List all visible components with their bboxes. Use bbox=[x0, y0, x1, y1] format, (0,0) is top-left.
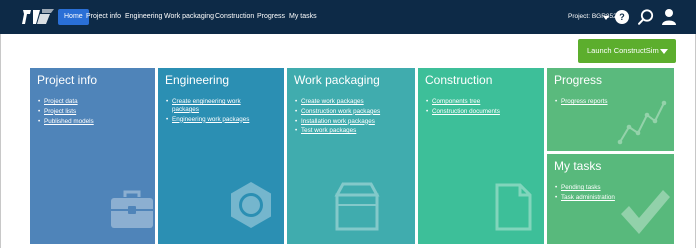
launch-button-label: Launch ConstructSim bbox=[587, 46, 659, 55]
link-create-engineering-work-packages[interactable]: Create engineering work packages bbox=[166, 98, 266, 114]
app-logo-icon[interactable] bbox=[20, 6, 56, 28]
document-icon bbox=[495, 183, 532, 231]
tile-project-info: Project info Project data Project lists … bbox=[30, 68, 155, 244]
tile-progress: Progress Progress reports bbox=[547, 68, 674, 151]
tile-title: Work packaging bbox=[294, 73, 380, 87]
tile-title: Progress bbox=[554, 73, 603, 87]
link-construction-work-packages[interactable]: Construction work packages bbox=[295, 108, 395, 116]
search-icon[interactable] bbox=[637, 8, 655, 26]
tile-title: My tasks bbox=[554, 159, 602, 173]
tile-title: Project info bbox=[37, 73, 98, 87]
chevron-down-icon[interactable] bbox=[660, 49, 668, 54]
nav-tab-my-tasks[interactable]: My tasks bbox=[283, 9, 323, 25]
box-icon bbox=[334, 182, 380, 231]
tile-engineering: Engineering Create engineering work pack… bbox=[158, 68, 284, 244]
link-published-models[interactable]: Published models bbox=[38, 118, 138, 126]
hex-nut-icon bbox=[231, 182, 271, 228]
help-icon[interactable]: ? bbox=[615, 10, 629, 24]
user-icon[interactable] bbox=[661, 8, 677, 26]
launch-constructsim-button[interactable]: Launch ConstructSim bbox=[578, 39, 676, 63]
tile-title: Engineering bbox=[165, 73, 230, 87]
link-project-data[interactable]: Project data bbox=[38, 98, 138, 106]
link-components-tree[interactable]: Components tree bbox=[426, 98, 526, 106]
link-project-lists[interactable]: Project lists bbox=[38, 108, 138, 116]
checkmark-icon bbox=[621, 190, 670, 234]
briefcase-icon bbox=[111, 190, 153, 228]
tile-title: Construction bbox=[425, 73, 493, 87]
top-navbar: Home Project info Engineering Work packa… bbox=[0, 0, 696, 34]
project-selector[interactable]: Project: BGR852 bbox=[568, 9, 617, 25]
tile-my-tasks: My tasks Pending tasks Task administrati… bbox=[547, 154, 674, 244]
link-create-work-packages[interactable]: Create work packages bbox=[295, 98, 395, 106]
link-construction-documents[interactable]: Construction documents bbox=[426, 108, 526, 116]
tile-work-packaging: Work packaging Create work packages Cons… bbox=[287, 68, 415, 244]
line-chart-icon bbox=[617, 100, 667, 145]
chevron-down-icon[interactable] bbox=[603, 16, 609, 20]
link-engineering-work-packages[interactable]: Engineering work packages bbox=[166, 116, 266, 124]
tile-construction: Construction Components tree Constructio… bbox=[418, 68, 544, 244]
link-test-work-packages[interactable]: Test work packages bbox=[295, 127, 395, 135]
link-installation-work-packages[interactable]: Installation work packages bbox=[295, 118, 395, 126]
